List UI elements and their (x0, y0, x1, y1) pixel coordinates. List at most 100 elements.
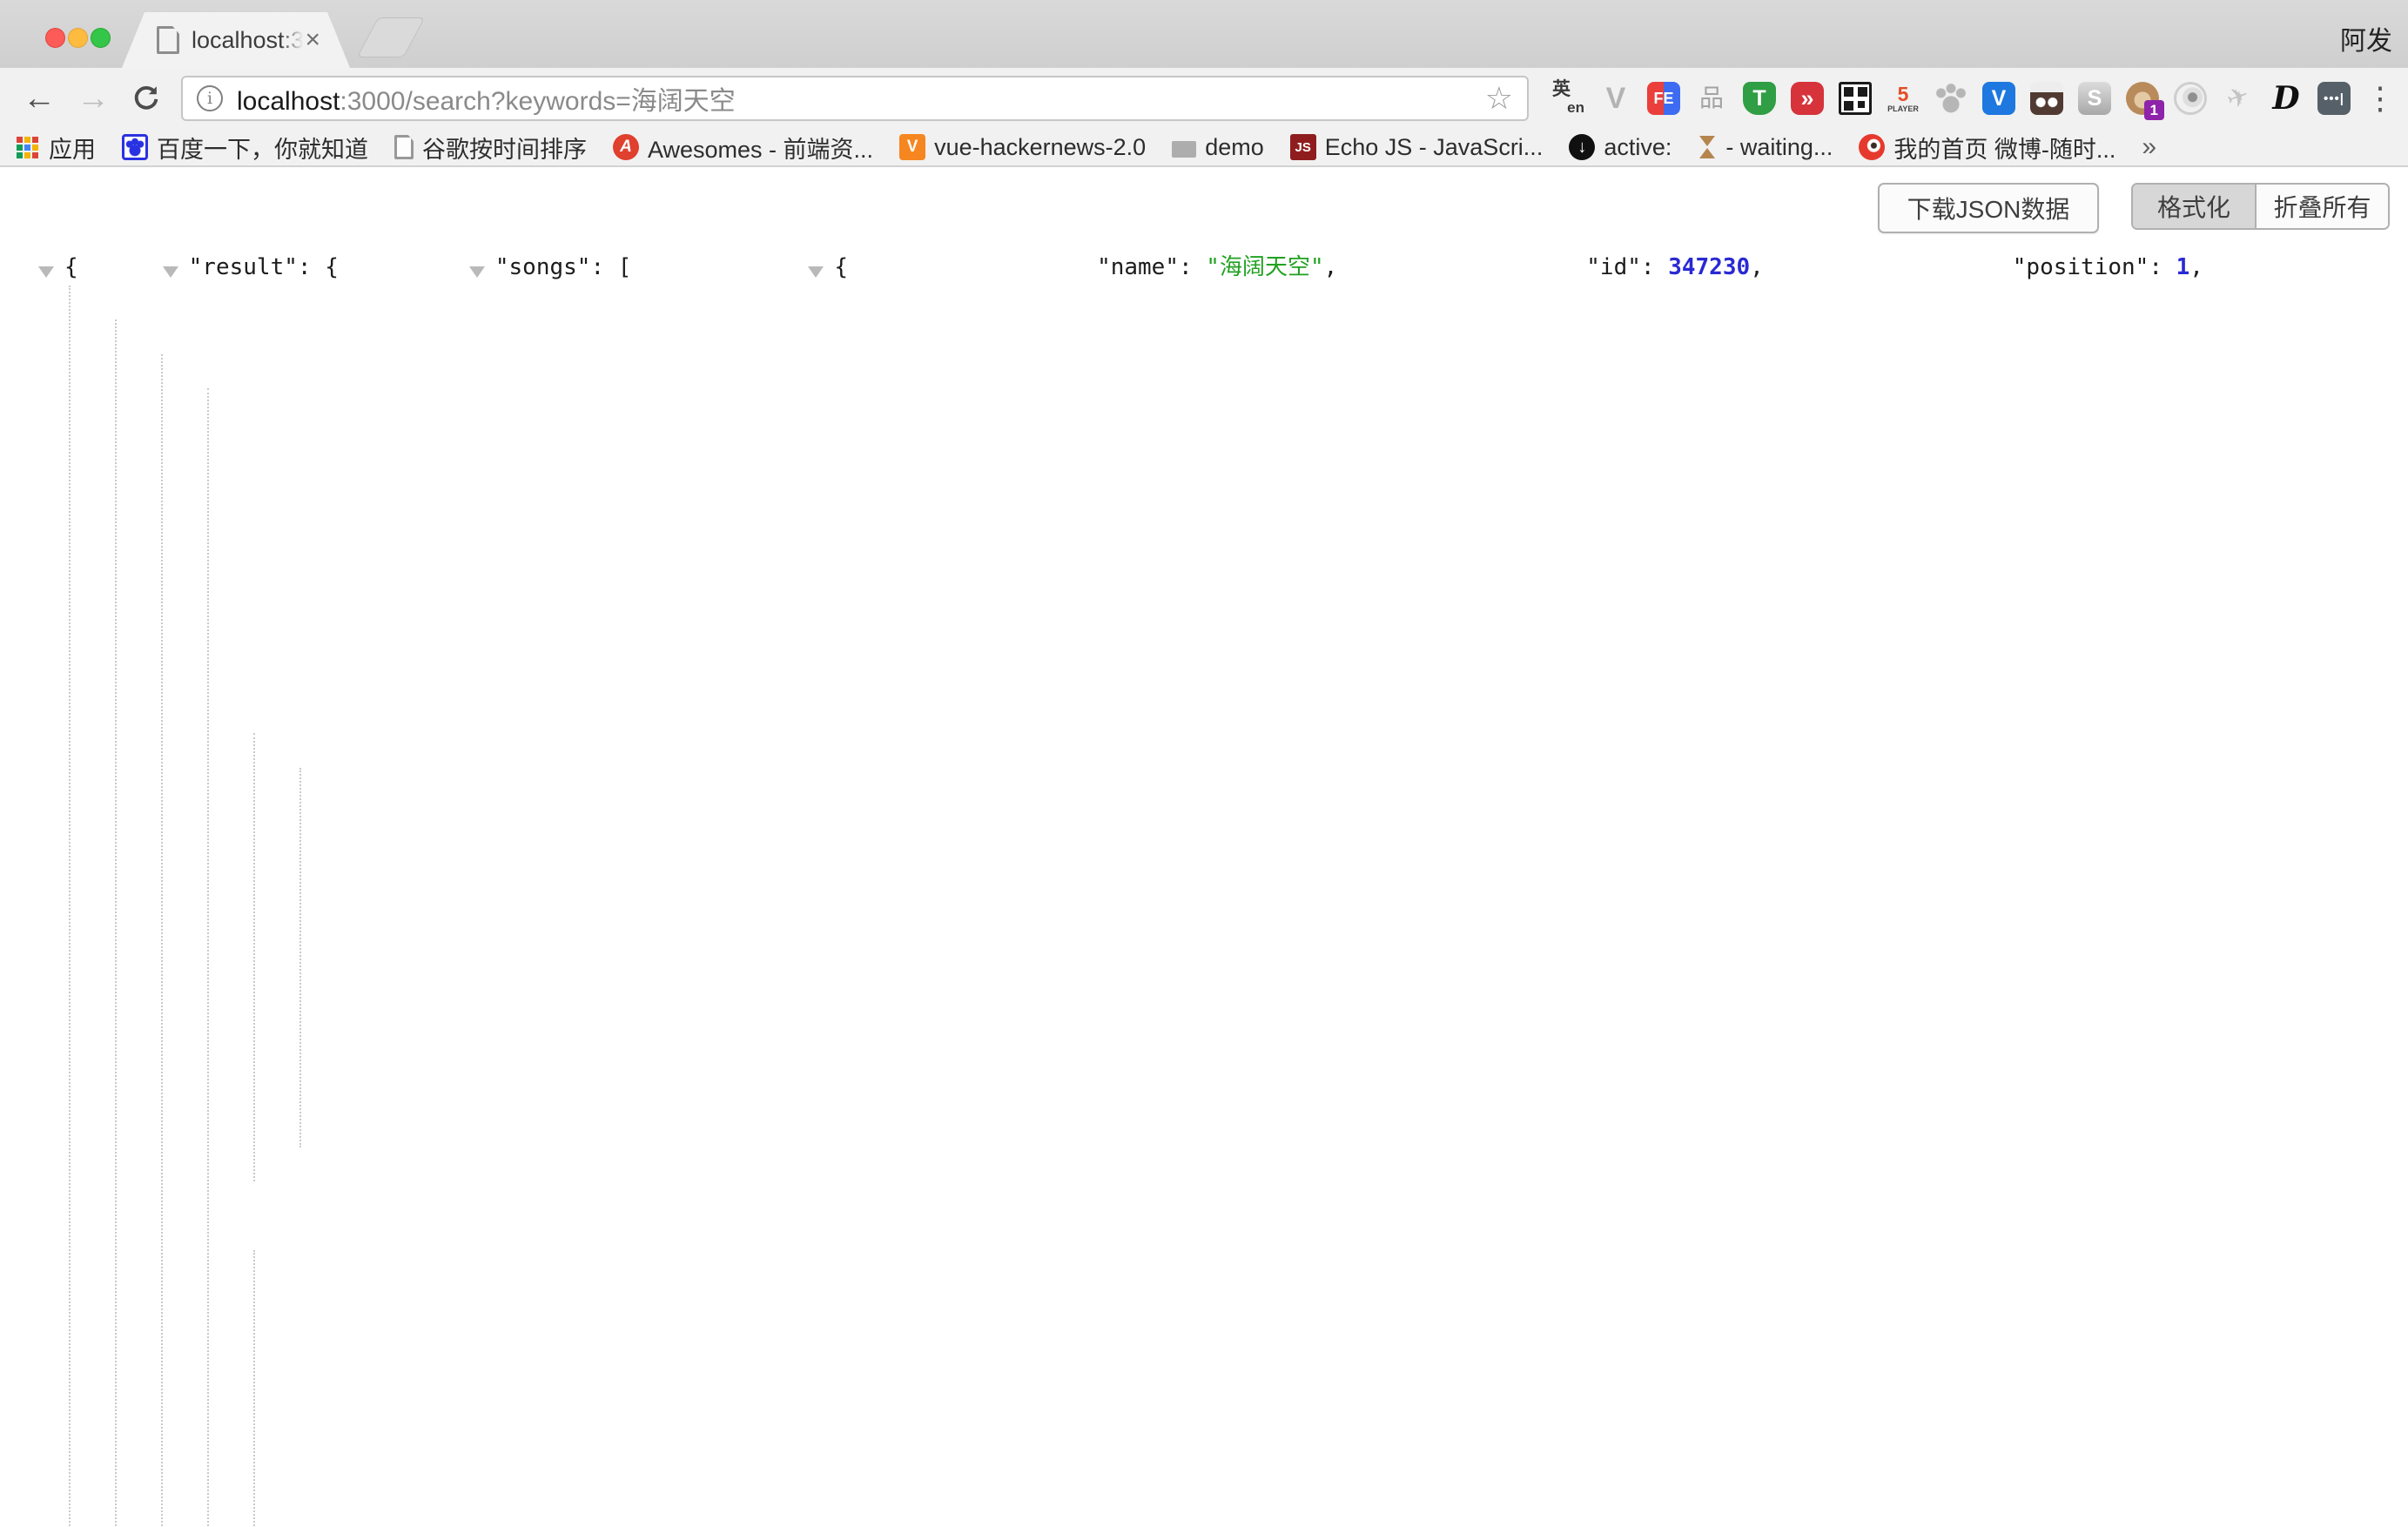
bookmark-label: Awesomes - 前端资... (648, 131, 873, 165)
bookmark-label: vue-hackernews-2.0 (934, 134, 1146, 161)
address-bar[interactable]: i localhost:3000/search?keywords=海阔天空 ☆ (181, 76, 1529, 121)
bookmark-baidu[interactable]: 百度一下，你就知道 (122, 131, 368, 165)
view-mode-toggle: 格式化 折叠所有 (2131, 183, 2390, 230)
json-punctuation: { (834, 254, 848, 280)
url-host: localhost (237, 87, 340, 116)
bookmark-label: 应用 (49, 131, 96, 165)
json-key: "position" (2013, 254, 2149, 280)
s-extension-icon[interactable]: S (2078, 82, 2111, 115)
bookmark-label: active: (1604, 134, 1671, 161)
json-key: "songs" (495, 254, 591, 280)
format-button[interactable]: 格式化 (2133, 185, 2257, 228)
apps-icon (14, 134, 40, 160)
json-punctuation: : [ (590, 254, 631, 280)
bookmark-waiting[interactable]: - waiting... (1698, 134, 1833, 161)
down-icon: ↓ (1569, 134, 1595, 160)
profile-name[interactable]: 阿发 (2340, 19, 2392, 57)
page-content: 下载JSON数据 格式化 折叠所有 { "result": { "songs": [… (0, 167, 2408, 1527)
browser-window: localhost:3000/search?keywor × 阿发 ← → i … (0, 0, 2408, 1527)
html5-player-icon[interactable]: 5PLAYER (1887, 82, 1920, 115)
tree-guide-line (299, 768, 301, 1147)
sitemap-icon[interactable]: 品 (1695, 82, 1728, 115)
qrcode-icon[interactable] (1839, 82, 1872, 115)
json-line: { (0, 254, 78, 280)
d-letter-icon[interactable]: D (2270, 82, 2303, 115)
bookmark-label: 我的首页 微博-随时... (1893, 131, 2115, 165)
traffic-light-close-icon[interactable] (45, 28, 65, 48)
reload-button[interactable] (131, 83, 162, 114)
bookmark-label: Echo JS - JavaScri... (1325, 134, 1544, 161)
collapse-all-button[interactable]: 折叠所有 (2257, 185, 2388, 228)
download-json-button[interactable]: 下载JSON数据 (1878, 183, 2099, 233)
reload-icon (131, 83, 162, 114)
vimium-icon[interactable]: V (1982, 82, 2015, 115)
browser-tab[interactable]: localhost:3000/search?keywor × (122, 12, 350, 68)
bookmark-label: 百度一下，你就知道 (157, 131, 368, 165)
collapse-arrow-icon[interactable] (38, 266, 54, 278)
json-line: "position": 1, (1764, 254, 2203, 280)
browser-toolbar: ← → i localhost:3000/search?keywords=海阔天… (0, 68, 2408, 129)
vue-devtools-icon[interactable]: V (1599, 82, 1632, 115)
tree-guide-line (161, 354, 163, 1526)
bookmark-label: demo (1205, 134, 1264, 161)
json-punctuation: : (1179, 254, 1206, 280)
weibo-gray-icon[interactable] (2174, 82, 2207, 115)
proxy-mask-icon[interactable] (2030, 82, 2063, 115)
tab-close-icon[interactable]: × (305, 27, 320, 53)
bookmark-vue-hackernews[interactable]: Vvue-hackernews-2.0 (899, 134, 1146, 161)
bookmark-weibo-home[interactable]: 我的首页 微博-随时... (1859, 131, 2115, 165)
json-punctuation: , (2189, 254, 2203, 280)
bookmark-google-sort[interactable]: 谷歌按时间排序 (394, 131, 587, 165)
tree-guide-line (253, 733, 255, 1181)
monkey-badge-icon[interactable]: 1 (2126, 82, 2159, 115)
json-punctuation: : (2149, 254, 2176, 280)
json-key: "result" (189, 254, 298, 280)
translate-icon[interactable]: 英en (1551, 82, 1584, 115)
back-button[interactable]: ← (23, 82, 56, 115)
tab-strip: localhost:3000/search?keywor × 阿发 (0, 0, 2408, 68)
password-manager-icon[interactable]: •••| (2317, 82, 2351, 115)
url-text: localhost:3000/search?keywords=海阔天空 (237, 79, 736, 118)
json-punctuation: { (64, 254, 78, 280)
bookmark-apps[interactable]: 应用 (14, 131, 96, 165)
bird-icon[interactable]: ✈ (2217, 77, 2260, 120)
tampermonkey-icon[interactable]: T (1743, 82, 1776, 115)
bookmark-demo[interactable]: demo (1172, 134, 1264, 161)
collapse-arrow-icon[interactable] (808, 266, 824, 278)
json-line: "name": "海阔天空", (848, 254, 1337, 280)
tree-guide-line (69, 286, 71, 1527)
json-punctuation: : (1641, 254, 1668, 280)
chrome-menu-icon[interactable]: ⋮ (2364, 80, 2398, 117)
hourglass-icon (1698, 134, 1717, 160)
video-speed-icon[interactable]: » (1791, 82, 1824, 115)
collapse-arrow-icon[interactable] (469, 266, 485, 278)
json-string: "海阔天空" (1206, 254, 1323, 280)
bookmark-awesomes[interactable]: A Awesomes - 前端资... (613, 131, 873, 165)
bookmark-active[interactable]: ↓ active: (1569, 134, 1671, 161)
echojs-icon: JS (1290, 134, 1316, 160)
json-number: 1 (2176, 254, 2190, 280)
bookmark-label: - waiting... (1725, 134, 1833, 161)
json-punctuation: , (1750, 254, 1764, 280)
bookmark-items: 应用 百度一下，你就知道 谷歌按时间排序 A Awesomes - 前端资... Vvue… (14, 131, 2142, 165)
json-tree: {"result": {"songs": [{"name": "海阔天空","i… (0, 251, 2408, 1527)
vuehn-icon: V (899, 134, 925, 160)
tab-title: localhost:3000/search?keywor (192, 27, 303, 54)
new-tab-button[interactable] (357, 17, 425, 57)
paw-icon[interactable] (1934, 82, 1967, 115)
tree-guide-line (115, 320, 117, 1526)
json-number: 347230 (1668, 254, 1750, 280)
url-path: :3000/search?keywords=海阔天空 (340, 87, 735, 116)
awesomes-icon: A (613, 134, 639, 160)
fehelper-icon[interactable]: FE (1647, 82, 1680, 115)
bookmark-star-icon[interactable]: ☆ (1485, 83, 1513, 114)
traffic-light-minimize-icon[interactable] (68, 28, 88, 48)
collapse-arrow-icon[interactable] (163, 266, 178, 278)
json-punctuation: , (1324, 254, 1338, 280)
traffic-light-zoom-icon[interactable] (91, 28, 111, 48)
json-punctuation: : { (298, 254, 339, 280)
page-info-icon[interactable]: i (197, 85, 223, 111)
bookmark-echojs[interactable]: JS Echo JS - JavaScri... (1290, 134, 1544, 161)
bookmark-label: 谷歌按时间排序 (422, 131, 587, 165)
bookmarks-overflow-chevron[interactable]: » (2142, 132, 2156, 162)
